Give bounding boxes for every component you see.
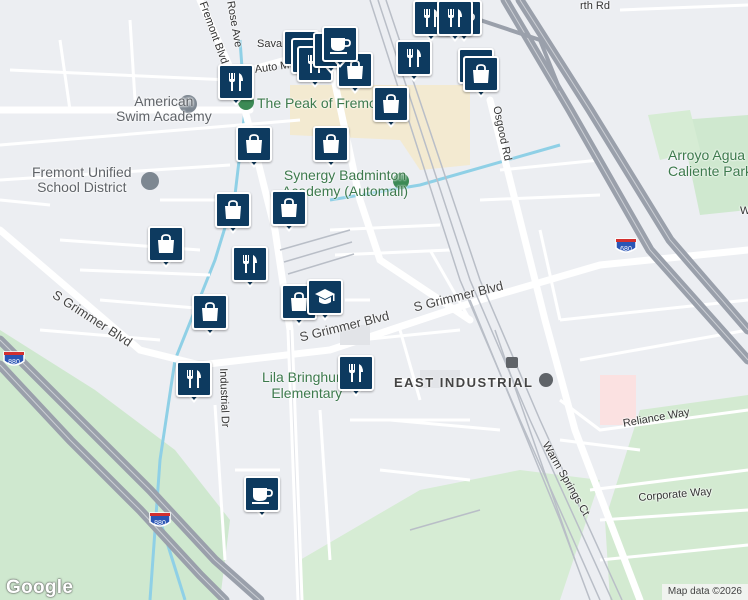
shopping-bag-icon: [192, 294, 228, 330]
map-marker[interactable]: [176, 361, 212, 405]
street-label-industrial: Industrial Dr: [217, 368, 232, 428]
poi-label-line: Caliente Park: [668, 163, 748, 179]
poi-label-line: Arroyo Agua: [668, 147, 746, 163]
map-marker[interactable]: [396, 40, 432, 84]
svg-text:880: 880: [154, 520, 166, 527]
map-attribution[interactable]: Map data ©2026: [661, 584, 748, 600]
poi-peak-of-fremont[interactable]: The Peak of Fremont: [257, 95, 389, 111]
map-marker[interactable]: [148, 226, 184, 270]
school-icon: [307, 279, 343, 315]
restaurant-icon: [176, 361, 212, 397]
svg-text:680: 680: [620, 246, 632, 253]
map-marker[interactable]: [463, 56, 499, 100]
restaurant-icon: [396, 40, 432, 76]
restaurant-icon: [218, 64, 254, 100]
map-canvas[interactable]: 680 880 880 American Swim Academy Fremon…: [0, 0, 748, 600]
coffee-icon: [244, 476, 280, 512]
shopping-bag-icon: [215, 192, 251, 228]
i880-shield: 880: [149, 512, 171, 527]
map-marker[interactable]: [236, 126, 272, 170]
map-marker[interactable]: [215, 192, 251, 236]
coffee-icon: [322, 26, 358, 62]
school-poi-icon: [141, 172, 159, 190]
shopping-bag-icon: [463, 56, 499, 92]
shopping-bag-icon: [373, 86, 409, 122]
shopping-bag-icon: [271, 190, 307, 226]
map-marker[interactable]: [192, 294, 228, 338]
poi-label-line: Swim Academy: [116, 108, 212, 124]
poi-label-line: American: [134, 93, 194, 109]
shopping-bag-icon: [148, 226, 184, 262]
district-label-east-industrial: EAST INDUSTRIAL: [394, 375, 534, 390]
street-label-edge: W: [740, 205, 748, 217]
poi-fremont-unified[interactable]: Fremont Unified School District: [32, 165, 132, 195]
map-marker[interactable]: [437, 0, 473, 44]
i880-shield: 880: [3, 351, 25, 366]
restaurant-icon: [232, 246, 268, 282]
map-marker[interactable]: [271, 190, 307, 234]
map-marker[interactable]: [244, 476, 280, 520]
restaurant-icon: [437, 0, 473, 36]
street-label-top-right: rth Rd: [580, 0, 610, 12]
svg-text:880: 880: [8, 359, 20, 366]
poi-american-swim-academy[interactable]: American Swim Academy: [116, 94, 212, 124]
transit-icon: [506, 357, 518, 368]
map-marker[interactable]: [232, 246, 268, 290]
station-poi-icon: [539, 373, 553, 387]
poi-arroyo-agua[interactable]: Arroyo Agua Caliente Park: [668, 147, 748, 179]
poi-label-line: School District: [37, 179, 127, 195]
map-marker[interactable]: [373, 86, 409, 130]
i680-shield: 680: [615, 238, 637, 253]
map-marker[interactable]: [338, 355, 374, 399]
map-marker[interactable]: [322, 26, 358, 70]
shopping-bag-icon: [313, 126, 349, 162]
restaurant-icon: [338, 355, 374, 391]
shopping-bag-icon: [236, 126, 272, 162]
map-marker[interactable]: [218, 64, 254, 108]
map-marker[interactable]: [307, 279, 343, 323]
google-logo[interactable]: Google: [6, 577, 73, 599]
map-marker[interactable]: [313, 126, 349, 170]
poi-label-line: The Peak of Fremont: [257, 95, 389, 111]
poi-label-line: Fremont Unified: [32, 164, 132, 180]
